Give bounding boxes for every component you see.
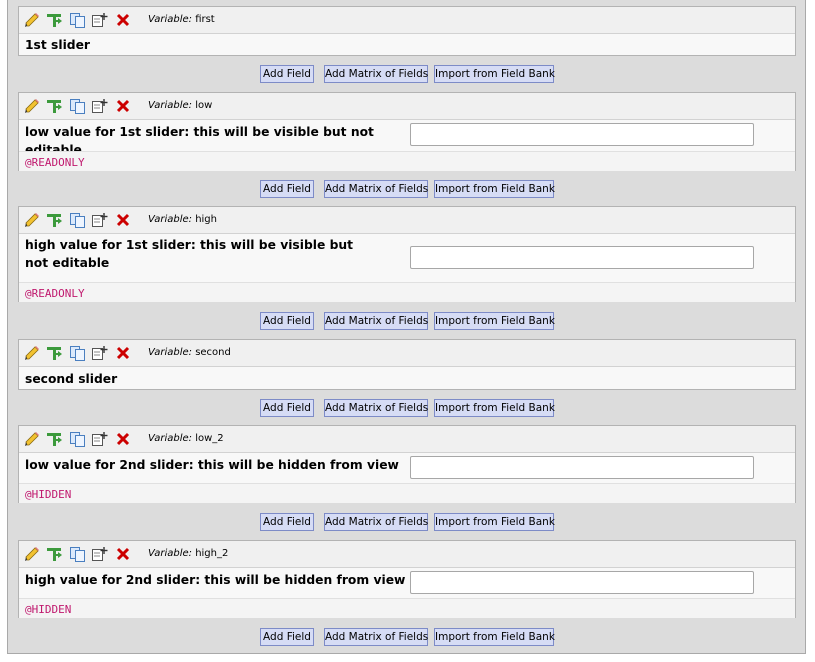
import-field-bank-button[interactable]: Import from Field Bank (434, 65, 555, 83)
question-row: high value for 1st slider: this will be … (19, 234, 795, 282)
add-field-buttons: Add Field Add Matrix of Fields Import fr… (0, 312, 815, 330)
field-low: Variable: low low value for 1st slider: … (18, 92, 796, 171)
action-tag-row: @HIDDEN (19, 483, 795, 503)
branching-logic-icon[interactable] (46, 12, 63, 28)
copy-icon[interactable] (69, 546, 86, 562)
field-toolbar: Variable: high_2 (19, 541, 795, 568)
variable-name: Variable: low (148, 100, 213, 111)
copy-icon[interactable] (69, 345, 86, 361)
move-icon[interactable] (91, 212, 108, 228)
delete-icon[interactable] (115, 431, 132, 447)
text-input[interactable] (410, 456, 754, 479)
branching-logic-icon[interactable] (46, 212, 63, 228)
branching-logic-icon[interactable] (46, 431, 63, 447)
copy-icon[interactable] (69, 431, 86, 447)
field-toolbar: Variable: low_2 (19, 426, 795, 453)
add-field-button[interactable]: Add Field (260, 399, 314, 417)
delete-icon[interactable] (115, 546, 132, 562)
delete-icon[interactable] (115, 345, 132, 361)
pencil-icon[interactable] (24, 546, 41, 562)
move-icon[interactable] (91, 12, 108, 28)
add-matrix-button[interactable]: Add Matrix of Fields (324, 312, 428, 330)
field-high-2: Variable: high_2 high value for 2nd slid… (18, 540, 796, 618)
variable-name: Variable: high_2 (148, 548, 229, 559)
import-field-bank-button[interactable]: Import from Field Bank (434, 180, 555, 198)
pencil-icon[interactable] (24, 12, 41, 28)
variable-name: Variable: low_2 (148, 433, 224, 444)
add-matrix-button[interactable]: Add Matrix of Fields (324, 180, 428, 198)
pencil-icon[interactable] (24, 345, 41, 361)
add-field-buttons: Add Field Add Matrix of Fields Import fr… (0, 628, 815, 646)
branching-logic-icon[interactable] (46, 546, 63, 562)
add-field-button[interactable]: Add Field (260, 180, 314, 198)
text-input[interactable] (410, 571, 754, 594)
text-input[interactable] (410, 246, 754, 269)
action-tag: @HIDDEN (25, 603, 72, 616)
import-field-bank-button[interactable]: Import from Field Bank (434, 628, 555, 646)
field-label: second slider (25, 372, 118, 386)
variable-name: Variable: first (148, 14, 215, 25)
add-field-buttons: Add Field Add Matrix of Fields Import fr… (0, 399, 815, 417)
add-matrix-button[interactable]: Add Matrix of Fields (324, 628, 428, 646)
add-field-buttons: Add Field Add Matrix of Fields Import fr… (0, 180, 815, 198)
add-matrix-button[interactable]: Add Matrix of Fields (324, 513, 428, 531)
question-row: low value for 1st slider: this will be v… (19, 120, 795, 157)
import-field-bank-button[interactable]: Import from Field Bank (434, 312, 555, 330)
delete-icon[interactable] (115, 12, 132, 28)
add-matrix-button[interactable]: Add Matrix of Fields (324, 399, 428, 417)
move-icon[interactable] (91, 345, 108, 361)
action-tag-row: @HIDDEN (19, 598, 795, 618)
field-toolbar: Variable: first (19, 7, 795, 34)
field-toolbar: Variable: high (19, 207, 795, 234)
add-field-button[interactable]: Add Field (260, 65, 314, 83)
branching-logic-icon[interactable] (46, 345, 63, 361)
field-label: low value for 2nd slider: this will be h… (25, 458, 399, 472)
delete-icon[interactable] (115, 98, 132, 114)
action-tag: @HIDDEN (25, 488, 72, 501)
question-row: low value for 2nd slider: this will be h… (19, 453, 795, 483)
field-high: Variable: high high value for 1st slider… (18, 206, 796, 302)
move-icon[interactable] (91, 546, 108, 562)
field-second: Variable: second second slider (18, 339, 796, 390)
add-field-button[interactable]: Add Field (260, 312, 314, 330)
add-matrix-button[interactable]: Add Matrix of Fields (324, 65, 428, 83)
text-input[interactable] (410, 123, 754, 146)
branching-logic-icon[interactable] (46, 98, 63, 114)
delete-icon[interactable] (115, 212, 132, 228)
import-field-bank-button[interactable]: Import from Field Bank (434, 513, 555, 531)
action-tag: @READONLY (25, 287, 85, 300)
field-toolbar: Variable: second (19, 340, 795, 367)
field-label: high value for 2nd slider: this will be … (25, 573, 406, 587)
import-field-bank-button[interactable]: Import from Field Bank (434, 399, 555, 417)
add-field-button[interactable]: Add Field (260, 628, 314, 646)
add-field-buttons: Add Field Add Matrix of Fields Import fr… (0, 513, 815, 531)
question-row: second slider (19, 367, 795, 389)
action-tag-row: @READONLY (19, 151, 795, 171)
pencil-icon[interactable] (24, 98, 41, 114)
copy-icon[interactable] (69, 98, 86, 114)
question-row: high value for 2nd slider: this will be … (19, 568, 795, 598)
add-field-button[interactable]: Add Field (260, 513, 314, 531)
field-label: high value for 1st slider: this will be … (25, 238, 354, 270)
add-field-buttons: Add Field Add Matrix of Fields Import fr… (0, 65, 815, 83)
question-row: 1st slider (19, 34, 795, 55)
field-first: Variable: first 1st slider (18, 6, 796, 56)
action-tag: @READONLY (25, 156, 85, 169)
field-low-2: Variable: low_2 low value for 2nd slider… (18, 425, 796, 503)
field-label: 1st slider (25, 38, 90, 52)
copy-icon[interactable] (69, 12, 86, 28)
pencil-icon[interactable] (24, 212, 41, 228)
field-toolbar: Variable: low (19, 93, 795, 120)
move-icon[interactable] (91, 98, 108, 114)
variable-name: Variable: high (148, 214, 217, 225)
copy-icon[interactable] (69, 212, 86, 228)
variable-name: Variable: second (148, 347, 231, 358)
action-tag-row: @READONLY (19, 282, 795, 302)
pencil-icon[interactable] (24, 431, 41, 447)
move-icon[interactable] (91, 431, 108, 447)
